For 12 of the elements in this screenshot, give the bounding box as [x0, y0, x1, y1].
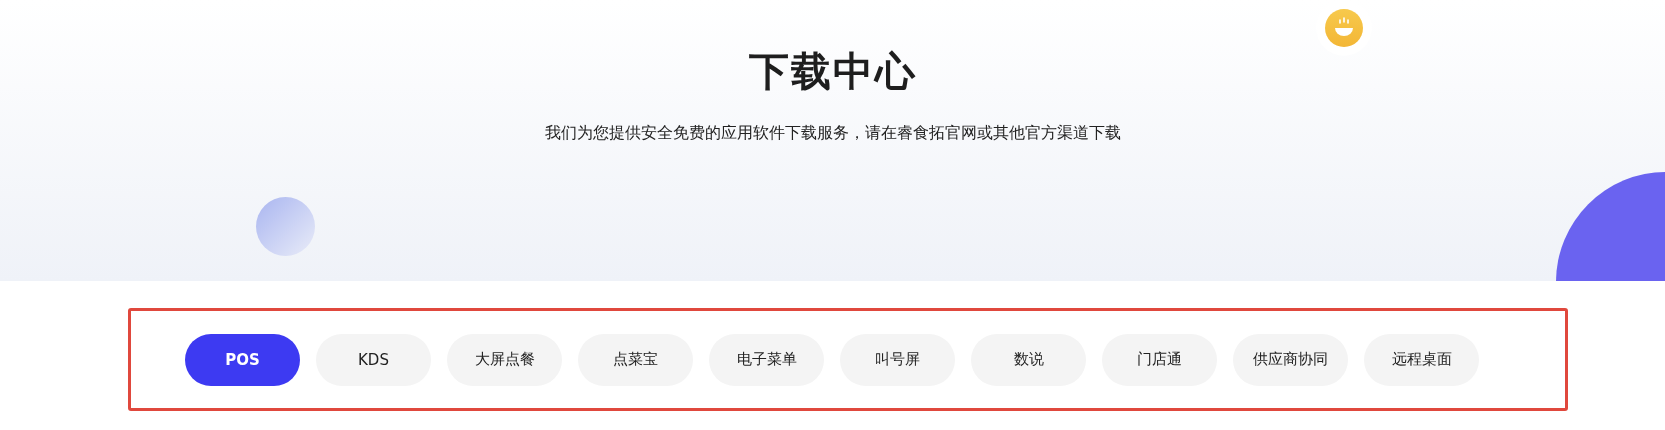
- category-tab[interactable]: KDS: [316, 333, 431, 386]
- category-tab[interactable]: 叫号屏: [840, 333, 955, 386]
- category-tab[interactable]: 门店通: [1102, 333, 1217, 386]
- category-tab[interactable]: POS: [185, 333, 300, 386]
- category-tab[interactable]: 供应商协同: [1233, 333, 1348, 386]
- category-tab[interactable]: 数说: [971, 333, 1086, 386]
- page-subtitle: 我们为您提供安全免费的应用软件下载服务，请在睿食拓官网或其他官方渠道下载: [544, 123, 1121, 144]
- category-tab[interactable]: 大屏点餐: [447, 333, 562, 386]
- category-tab[interactable]: 远程桌面: [1364, 333, 1479, 386]
- category-tab[interactable]: 电子菜单: [709, 333, 824, 386]
- page-title: 下载中心: [748, 47, 917, 96]
- category-tab[interactable]: 点菜宝: [578, 333, 693, 386]
